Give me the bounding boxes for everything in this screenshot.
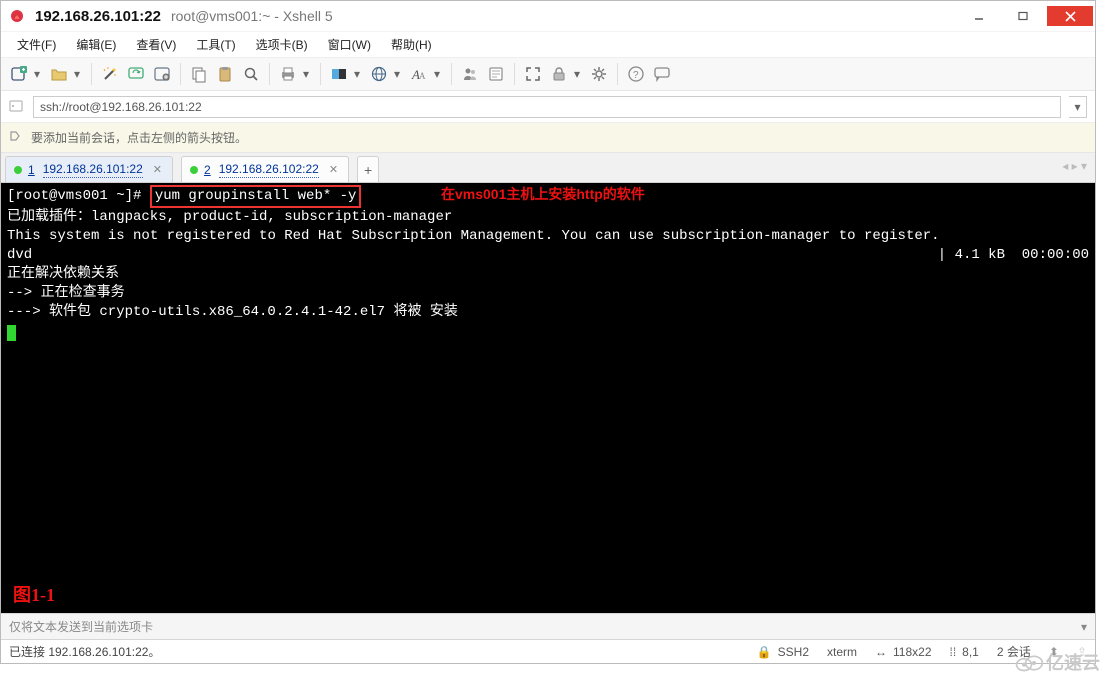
infobar: 要添加当前会话，点击左侧的箭头按钮。 (1, 123, 1095, 153)
menu-tab[interactable]: 选项卡(B) (246, 33, 318, 56)
addressbar: ssh://root@192.168.26.101:22 ▾ (1, 91, 1095, 123)
title-ip: 192.168.26.101:22 (35, 8, 161, 25)
open-dropdown[interactable]: ▾ (73, 67, 81, 81)
tab-session-1[interactable]: 1 192.168.26.101:22 ✕ (5, 156, 173, 182)
terminal[interactable]: [root@vms001 ~]# yum groupinstall web* -… (1, 183, 1095, 613)
gear-icon[interactable] (587, 62, 611, 86)
color-scheme-icon[interactable] (327, 62, 351, 86)
status-capslock-icon: ⇪ (1077, 645, 1087, 659)
cursor-pos-icon: ⁞⁞ (950, 645, 957, 659)
close-button[interactable] (1047, 6, 1093, 26)
wand-icon[interactable] (98, 62, 122, 86)
menu-window[interactable]: 窗口(W) (318, 33, 381, 56)
status-dot-icon (190, 166, 198, 174)
menubar: 文件(F) 编辑(E) 查看(V) 工具(T) 选项卡(B) 窗口(W) 帮助(… (1, 31, 1095, 57)
session-link-icon (9, 99, 25, 115)
terminal-command-highlight: yum groupinstall web* -y (150, 185, 362, 208)
send-placeholder: 仅将文本发送到当前选项卡 (9, 618, 1081, 635)
tab-number: 1 (28, 163, 35, 177)
terminal-line: dvd| 4.1 kB 00:00:00 (7, 246, 1089, 265)
script-icon[interactable] (484, 62, 508, 86)
globe-icon[interactable] (367, 62, 391, 86)
status-sessions: 2 会话 (997, 643, 1031, 660)
font-icon[interactable]: AA (407, 62, 431, 86)
terminal-line: --> 正在检查事务 (7, 284, 1089, 303)
new-session-icon[interactable] (7, 62, 31, 86)
statusbar: 已连接 192.168.26.101:22。 🔒SSH2 xterm ↔118x… (1, 639, 1095, 663)
status-term: xterm (827, 645, 857, 659)
toolbar: ▾ ▾ ▾ ▾ ▾ AA ▾ ▾ ? (1, 57, 1095, 91)
svg-text:?: ? (633, 70, 639, 81)
open-folder-icon[interactable] (47, 62, 71, 86)
menu-edit[interactable]: 编辑(E) (66, 33, 126, 56)
titlebar: 192.168.26.101:22 root@vms001:~ - Xshell… (1, 1, 1095, 31)
figure-label: 图1-1 (13, 586, 55, 605)
tab-close-icon[interactable]: ✕ (153, 163, 162, 176)
tab-add-button[interactable]: + (357, 156, 379, 182)
print-dropdown[interactable]: ▾ (302, 67, 310, 81)
address-url-text: ssh://root@192.168.26.101:22 (40, 100, 202, 114)
menu-help[interactable]: 帮助(H) (381, 33, 442, 56)
svg-text:A: A (419, 71, 426, 81)
tab-session-2[interactable]: 2 192.168.26.102:22 ✕ (181, 156, 349, 182)
print-icon[interactable] (276, 62, 300, 86)
app-icon (9, 8, 25, 24)
lock-icon[interactable] (547, 62, 571, 86)
paste-icon[interactable] (213, 62, 237, 86)
copy-icon[interactable] (187, 62, 211, 86)
status-dot-icon (14, 166, 22, 174)
chat-icon[interactable] (650, 62, 674, 86)
tab-close-icon[interactable]: ✕ (329, 163, 338, 176)
globe-dropdown[interactable]: ▾ (393, 67, 401, 81)
menu-view[interactable]: 查看(V) (126, 33, 186, 56)
status-ssh: 🔒SSH2 (757, 645, 809, 659)
users-icon[interactable] (458, 62, 482, 86)
add-session-arrow-icon[interactable] (9, 129, 23, 146)
send-to-tab-bar[interactable]: 仅将文本发送到当前选项卡 ▾ (1, 613, 1095, 639)
address-input[interactable]: ssh://root@192.168.26.101:22 (33, 96, 1061, 118)
new-session-dropdown[interactable]: ▾ (33, 67, 41, 81)
terminal-line: 已加载插件：langpacks, product-id, subscriptio… (7, 208, 1089, 227)
annotation-text: 在vms001主机上安装http的软件 (441, 185, 645, 204)
terminal-line: 正在解决依赖关系 (7, 265, 1089, 284)
help-icon[interactable]: ? (624, 62, 648, 86)
status-pos: ⁞⁞8,1 (950, 645, 979, 659)
terminal-prompt: [root@vms001 ~]# (7, 188, 150, 204)
status-connected: 已连接 192.168.26.101:22。 (9, 643, 739, 660)
menu-file[interactable]: 文件(F) (7, 33, 66, 56)
title-rest: root@vms001:~ - Xshell 5 (171, 8, 333, 24)
lock-dropdown[interactable]: ▾ (573, 67, 581, 81)
address-dropdown[interactable]: ▾ (1069, 96, 1087, 118)
terminal-line: ---> 软件包 crypto-utils.x86_64.0.2.4.1-42.… (7, 303, 1089, 322)
properties-icon[interactable] (150, 62, 174, 86)
maximize-button[interactable] (1001, 6, 1045, 26)
terminal-line: This system is not registered to Red Hat… (7, 227, 1089, 246)
terminal-cursor (7, 325, 16, 341)
lock-small-icon: 🔒 (757, 645, 772, 659)
minimize-button[interactable] (957, 6, 1001, 26)
terminal-command: yum groupinstall web* -y (155, 188, 357, 204)
color-dropdown[interactable]: ▾ (353, 67, 361, 81)
tab-label: 192.168.26.101:22 (43, 162, 143, 178)
tab-number: 2 (204, 163, 211, 177)
app-window: 192.168.26.101:22 root@vms001:~ - Xshell… (0, 0, 1096, 664)
tabstrip: 1 192.168.26.101:22 ✕ 2 192.168.26.102:2… (1, 153, 1095, 183)
status-updown-icon[interactable]: ⬍ (1049, 645, 1059, 659)
font-dropdown[interactable]: ▾ (433, 67, 441, 81)
reconnect-icon[interactable] (124, 62, 148, 86)
resize-icon: ↔ (875, 645, 887, 659)
find-icon[interactable] (239, 62, 263, 86)
tab-label: 192.168.26.102:22 (219, 162, 319, 178)
menu-tools[interactable]: 工具(T) (186, 33, 245, 56)
tab-scroll-arrows[interactable]: ◂ ▸ ▾ (1062, 159, 1087, 173)
fullscreen-icon[interactable] (521, 62, 545, 86)
infobar-text: 要添加当前会话，点击左侧的箭头按钮。 (31, 129, 247, 146)
status-size: ↔118x22 (875, 645, 931, 659)
send-dropdown-icon[interactable]: ▾ (1081, 620, 1087, 634)
